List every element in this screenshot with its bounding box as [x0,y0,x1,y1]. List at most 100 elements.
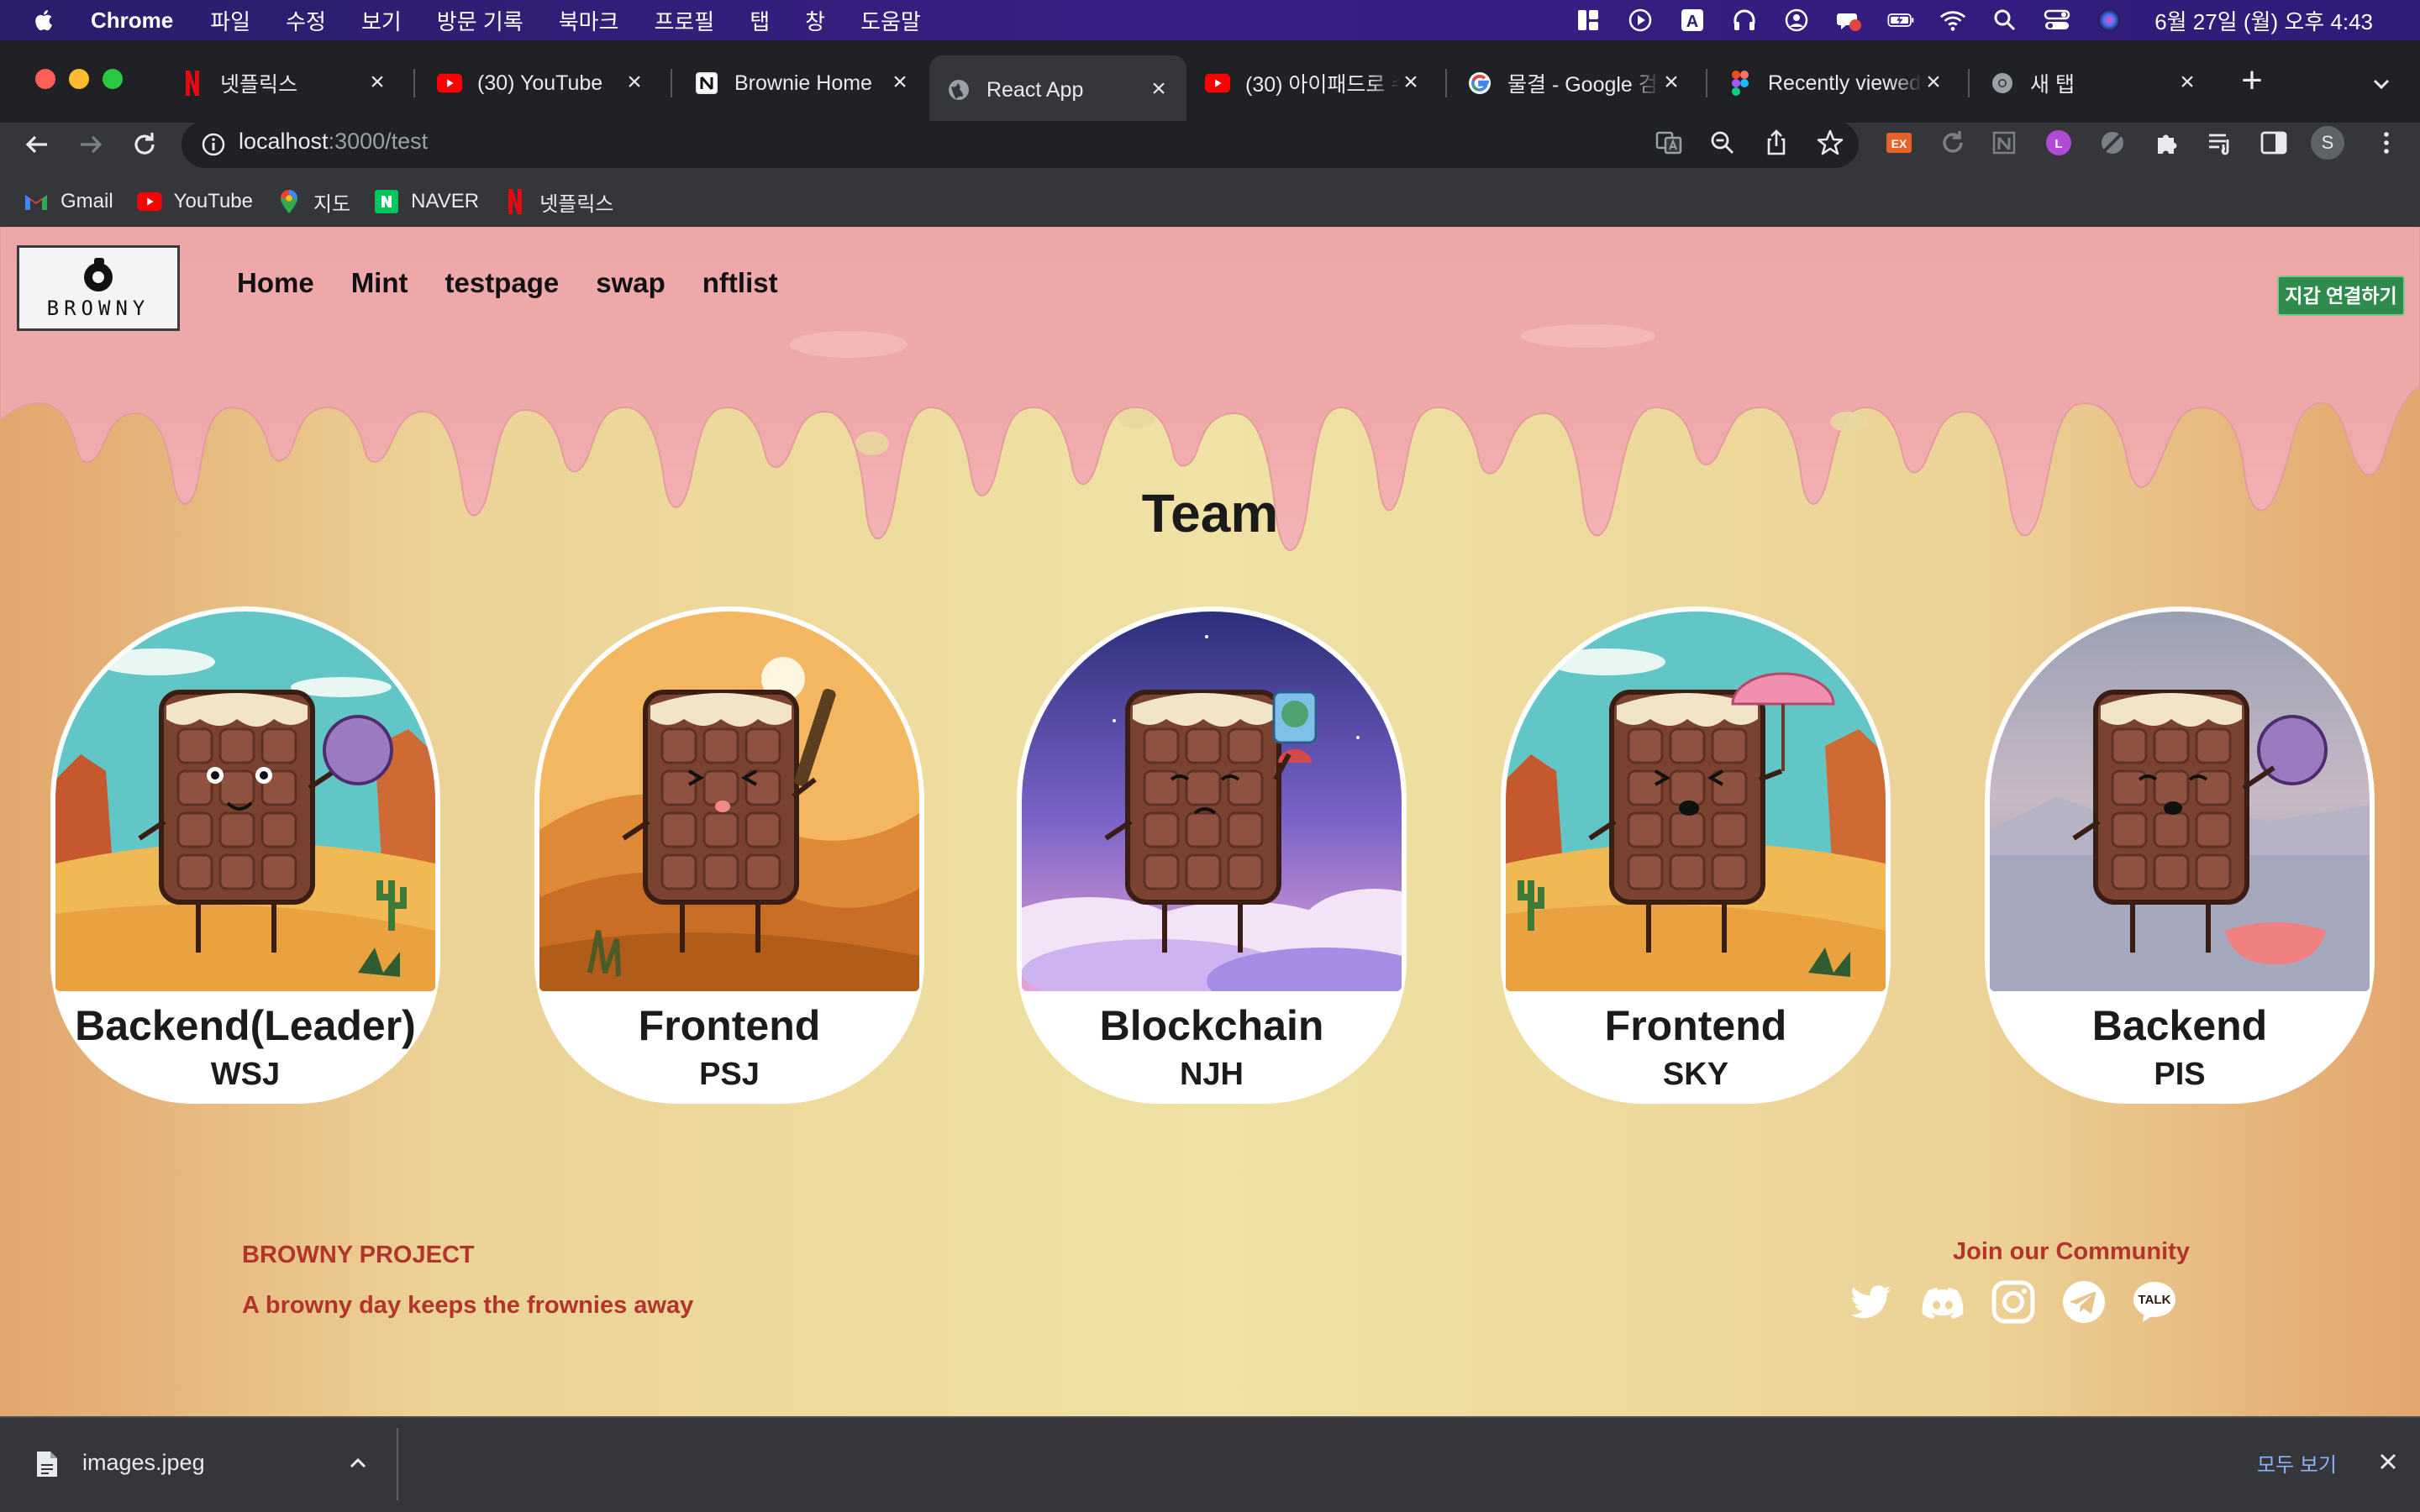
chevron-up-icon[interactable] [346,1452,370,1475]
show-all-downloads-button[interactable]: 모두 보기 [2257,1448,2337,1478]
headphones-icon[interactable] [1731,7,1758,34]
extension-notion-icon[interactable] [1990,128,2020,158]
profile-avatar[interactable]: S [2311,126,2344,160]
tab-google-search[interactable]: 물결 - Google 검 × [1450,55,1699,111]
download-file-name[interactable]: images.jpeg [82,1450,205,1476]
window-zoom-button[interactable] [103,69,123,89]
tab-title: (30) 아이패드로 수 [1245,73,1400,97]
team-card[interactable]: Frontend SKY [1501,606,1891,1104]
close-icon[interactable]: × [889,70,911,95]
tab-netflix[interactable]: 넷플릭스 × [163,55,405,111]
extensions-puzzle-icon[interactable] [2151,128,2181,158]
team-card[interactable]: Backend PIS [1985,606,2375,1104]
more-menu-icon[interactable] [2371,128,2402,158]
nav-mint[interactable]: Mint [351,267,408,299]
team-card[interactable]: Backend(Leader) WSJ [50,606,440,1104]
window-close-button[interactable] [35,69,55,89]
close-icon[interactable]: × [1148,76,1170,102]
kakaotalk-icon[interactable]: TALK [2131,1278,2178,1326]
discord-icon[interactable] [1919,1278,1966,1326]
team-card[interactable]: Frontend PSJ [534,606,924,1104]
extension-ex-icon[interactable]: EX [1884,128,1914,158]
back-arrow-icon[interactable] [20,128,54,161]
connect-wallet-button[interactable]: 지갑 연결하기 [2277,276,2405,316]
menu-tab[interactable]: 탭 [750,5,770,36]
bookmark-youtube[interactable]: YouTube [137,189,253,214]
tab-brownie-home[interactable]: Brownie Home × [677,55,928,111]
close-icon[interactable]: × [1660,70,1682,95]
menu-view[interactable]: 보기 [361,5,402,36]
youtube-icon [1205,71,1230,96]
address-bar[interactable] [182,121,1859,168]
browny-logo[interactable]: BROWNY [17,245,180,331]
notification-badge-icon[interactable] [1835,7,1862,34]
member-role: Backend(Leader) [75,1002,416,1049]
menu-bookmarks[interactable]: 북마크 [559,5,619,36]
window-minimize-button[interactable] [69,69,89,89]
chevron-down-icon[interactable] [2368,71,2395,97]
user-account-icon[interactable] [1783,7,1810,34]
close-icon[interactable]: × [1400,70,1422,95]
tab-ipad-youtube[interactable]: (30) 아이패드로 수 × [1188,55,1439,111]
site-info-icon[interactable] [200,131,227,158]
nav-swap[interactable]: swap [596,267,666,299]
instagram-icon[interactable] [1990,1278,2037,1326]
input-source-icon[interactable]: A [1679,7,1706,34]
widget-grid-icon[interactable] [1575,7,1602,34]
side-panel-icon[interactable] [2259,128,2289,158]
tab-title: (30) YouTube [477,71,603,95]
menu-edit[interactable]: 수정 [286,5,326,36]
bookmark-star-icon[interactable] [1815,128,1845,158]
tab-new-tab[interactable]: 새 탭 × [1973,55,2215,111]
nav-testpage[interactable]: testpage [445,267,560,299]
app-name[interactable]: Chrome [91,8,173,34]
close-icon[interactable] [2375,1448,2402,1475]
url-text[interactable]: localhost:3000/test [239,129,428,155]
close-icon[interactable]: × [366,70,388,95]
wifi-icon[interactable] [1939,7,1966,34]
brownie-umbrella-artwork [1506,612,1886,991]
nav-nftlist[interactable]: nftlist [702,267,778,299]
bookmark-maps[interactable]: 지도 [276,187,350,217]
play-circle-icon[interactable] [1627,7,1654,34]
control-center-icon[interactable] [2044,7,2070,34]
bookmark-netflix[interactable]: 넷플릭스 [502,187,613,217]
extension-refresh-icon[interactable] [1938,128,1968,158]
bookmark-label: YouTube [173,190,253,213]
translate-icon[interactable] [1654,128,1684,158]
bookmark-gmail[interactable]: Gmail [24,189,113,214]
tab-figma-recent[interactable]: Recently viewed × [1711,55,1961,111]
battery-icon[interactable] [1887,7,1914,34]
reload-icon[interactable] [128,128,161,161]
tab-separator [413,69,415,97]
spotlight-search-icon[interactable] [1991,7,2018,34]
forward-arrow-icon[interactable] [74,128,108,161]
url-host: localhost [239,129,329,154]
menubar-clock[interactable]: 6월 27일 (월) 오후 4:43 [2154,5,2373,36]
tab-react-app[interactable]: React App × [929,55,1186,124]
close-icon[interactable]: × [2176,70,2198,95]
twitter-icon[interactable] [1849,1278,1896,1326]
telegram-icon[interactable] [2060,1278,2107,1326]
menu-profiles[interactable]: 프로필 [654,5,714,36]
tab-title: React App [986,77,1084,102]
share-icon[interactable] [1761,128,1791,158]
tab-youtube[interactable]: (30) YouTube × [420,55,662,111]
menu-history[interactable]: 방문 기록 [437,5,523,36]
siri-icon[interactable] [2096,7,2123,34]
reading-list-icon[interactable] [2205,128,2235,158]
team-card[interactable]: Blockchain NJH [1017,606,1407,1104]
extension-purple-icon[interactable]: L [2044,128,2074,158]
url-path: :3000/test [328,129,429,154]
apple-icon[interactable] [32,8,57,33]
new-tab-button[interactable]: + [2235,62,2269,99]
menu-help[interactable]: 도움말 [860,5,921,36]
bookmark-naver[interactable]: NAVER [374,189,479,214]
nav-home[interactable]: Home [237,267,314,299]
zoom-out-icon[interactable] [1707,128,1738,158]
close-icon[interactable]: × [623,70,645,95]
extension-slash-icon[interactable] [2097,128,2128,158]
menu-window[interactable]: 창 [805,5,825,36]
close-icon[interactable]: × [1923,70,1944,95]
menu-file[interactable]: 파일 [210,5,250,36]
